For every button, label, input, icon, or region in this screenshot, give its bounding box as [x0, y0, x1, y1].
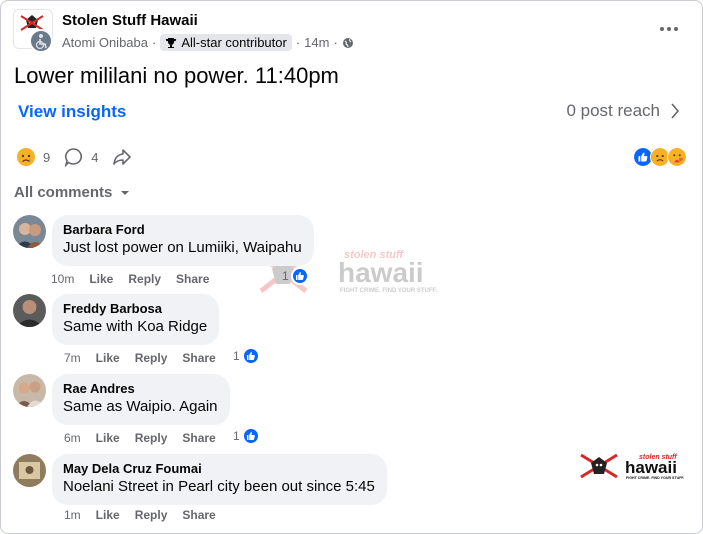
comment-icon — [64, 148, 83, 167]
comment-like-count-value: 1 — [233, 349, 240, 363]
group-name[interactable]: Stolen Stuff Hawaii — [62, 12, 198, 29]
more-options-button[interactable] — [655, 19, 683, 39]
watermark-main-text: hawaii — [338, 257, 424, 288]
reaction-count[interactable]: 9 — [16, 147, 50, 167]
comment-like-count[interactable]: 1 — [282, 267, 309, 285]
like-icon — [290, 267, 309, 285]
post-header: Stolen Stuff Hawaii Atomi Onibaba · All-… — [13, 9, 683, 53]
avatar-photo — [13, 374, 46, 407]
author-avatar[interactable] — [29, 29, 53, 53]
dot-icon — [674, 27, 678, 31]
comment-bubble: May Dela Cruz Foumai Noelani Street in P… — [52, 454, 387, 505]
comment-time[interactable]: 6m — [64, 431, 81, 445]
like-button[interactable]: Like — [89, 272, 113, 286]
commenter-avatar[interactable] — [13, 294, 46, 327]
comment-actions: 7m Like Reply Share — [64, 351, 216, 365]
post-reach-label: 0 post reach — [566, 101, 660, 120]
comment-count-value: 4 — [91, 149, 99, 165]
share-button[interactable]: Share — [182, 431, 215, 445]
like-button[interactable]: Like — [96, 351, 120, 365]
meta-separator: · — [295, 35, 301, 50]
comment-like-count[interactable]: 1 — [233, 347, 260, 365]
view-insights-link[interactable]: View insights — [18, 102, 126, 122]
comment-time[interactable]: 7m — [64, 351, 81, 365]
avatar-photo — [13, 215, 46, 248]
post-body: Lower mililani no power. 11:40pm — [14, 63, 339, 88]
dot-icon — [667, 27, 671, 31]
comment-actions: 6m Like Reply Share — [64, 431, 216, 445]
trophy-icon — [166, 37, 177, 48]
post-stats: 9 4 — [16, 144, 146, 170]
comment-time[interactable]: 10m — [51, 272, 74, 286]
post-reach[interactable]: 0 post reach — [566, 101, 680, 121]
like-button[interactable]: Like — [96, 508, 120, 522]
contributor-badge[interactable]: All-star contributor — [160, 34, 292, 51]
like-icon — [241, 347, 260, 365]
commenter-name[interactable]: Barbara Ford — [63, 222, 302, 238]
like-button[interactable]: Like — [96, 431, 120, 445]
reaction-summary[interactable] — [633, 147, 687, 167]
reply-button[interactable]: Reply — [135, 508, 168, 522]
meta-separator: · — [333, 35, 338, 50]
comment-count[interactable]: 4 — [64, 147, 98, 167]
comment-text: Just lost power on Lumiiki, Waipahu — [63, 239, 302, 256]
comment-text: Noelani Street in Pearl city been out si… — [63, 478, 375, 495]
care-reaction-icon — [667, 147, 687, 167]
chevron-right-icon — [671, 103, 680, 119]
avatar-photo — [13, 454, 46, 487]
stolen-stuff-hawaii-logo: stolen stuff hawaii FIGHT CRIME. FIND YO… — [580, 453, 684, 480]
post-time[interactable]: 14m — [304, 35, 329, 50]
badge-label: All-star contributor — [181, 35, 287, 50]
share-button[interactable] — [112, 147, 132, 167]
comment-bubble: Barbara Ford Just lost power on Lumiiki,… — [52, 215, 314, 266]
logo-main-text: hawaii — [625, 458, 677, 477]
commenter-name[interactable]: Freddy Barbosa — [63, 301, 207, 317]
share-button[interactable]: Share — [182, 351, 215, 365]
share-button[interactable]: Share — [176, 272, 209, 286]
commenter-avatar[interactable] — [13, 454, 46, 487]
comment-like-count-value: 1 — [233, 429, 240, 443]
comment-bubble: Freddy Barbosa Same with Koa Ridge — [52, 294, 220, 345]
commenter-name[interactable]: May Dela Cruz Foumai — [63, 461, 375, 477]
share-button[interactable]: Share — [182, 508, 215, 522]
post-meta: Atomi Onibaba · All-star contributor · 1… — [62, 34, 354, 51]
comments-filter-label: All comments — [14, 184, 113, 201]
post-card: Stolen Stuff Hawaii Atomi Onibaba · All-… — [0, 0, 703, 534]
watermark-tag-text: FIGHT CRIME. FIND YOUR STUFF. — [340, 288, 438, 294]
reply-button[interactable]: Reply — [128, 272, 161, 286]
meta-separator: · — [152, 35, 157, 50]
share-icon — [113, 149, 132, 165]
commenter-avatar[interactable] — [13, 215, 46, 248]
caret-down-icon — [121, 190, 130, 195]
comment-text: Same as Waipio. Again — [63, 398, 218, 415]
globe-icon — [342, 37, 353, 48]
comment-text: Same with Koa Ridge — [63, 318, 208, 335]
reaction-count-value: 9 — [43, 149, 51, 165]
commenter-name[interactable]: Rae Andres — [63, 381, 218, 397]
comment-actions: 1m Like Reply Share — [64, 508, 216, 522]
sad-reaction-icon — [17, 148, 35, 166]
comment-like-count-value: 1 — [282, 269, 289, 283]
wheelchair-icon — [35, 34, 47, 50]
comment-actions: 10m Like Reply Share — [51, 272, 209, 286]
dot-icon — [660, 27, 664, 31]
avatar-photo — [13, 294, 46, 327]
comment-bubble: Rae Andres Same as Waipio. Again — [52, 374, 230, 425]
reply-button[interactable]: Reply — [135, 431, 168, 445]
comments-filter[interactable]: All comments — [14, 184, 130, 201]
comment-like-count[interactable]: 1 — [233, 427, 260, 445]
commenter-avatar[interactable] — [13, 374, 46, 407]
like-icon — [241, 427, 260, 445]
reply-button[interactable]: Reply — [135, 351, 168, 365]
comment-time[interactable]: 1m — [64, 508, 81, 522]
logo-tag-text: FIGHT CRIME. FIND YOUR STUFF. — [626, 476, 684, 480]
author-name[interactable]: Atomi Onibaba — [62, 35, 148, 50]
